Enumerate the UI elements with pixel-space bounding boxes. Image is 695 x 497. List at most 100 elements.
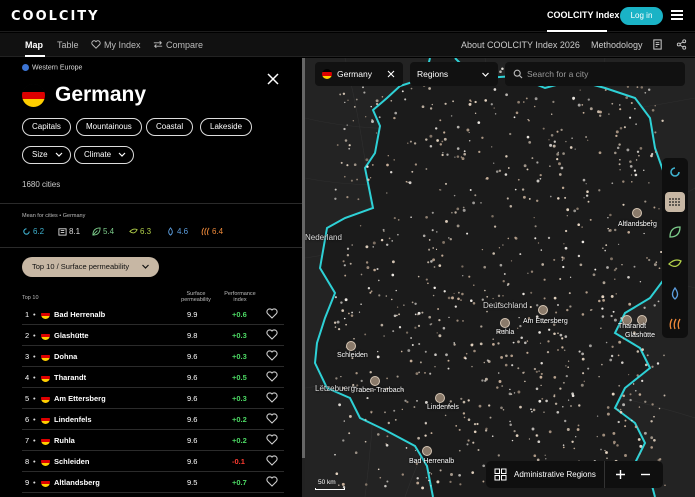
table-row[interactable]: 4 • Tharandt 9.6 +0.5 bbox=[22, 367, 284, 388]
city-dot[interactable] bbox=[480, 325, 483, 328]
city-dot[interactable] bbox=[482, 464, 486, 468]
row-city[interactable]: Altlandsberg bbox=[54, 478, 100, 487]
city-dot[interactable] bbox=[613, 228, 617, 232]
city-dot[interactable] bbox=[606, 412, 610, 416]
city-dot[interactable] bbox=[459, 483, 462, 486]
city-dot[interactable] bbox=[373, 268, 376, 272]
region-breadcrumb[interactable]: Western Europe bbox=[22, 64, 82, 71]
city-dot[interactable] bbox=[564, 419, 567, 423]
city-dot[interactable] bbox=[367, 287, 371, 290]
top-city-marker[interactable] bbox=[346, 341, 356, 351]
city-dot[interactable] bbox=[522, 292, 525, 296]
city-dot[interactable] bbox=[338, 484, 340, 486]
city-dot[interactable] bbox=[519, 253, 522, 256]
city-dot[interactable] bbox=[334, 326, 337, 328]
city-dot[interactable] bbox=[598, 299, 601, 303]
city-dot[interactable] bbox=[360, 379, 363, 383]
city-dot[interactable] bbox=[455, 425, 458, 427]
city-dot[interactable] bbox=[493, 162, 495, 164]
city-dot[interactable] bbox=[618, 143, 621, 146]
city-dot[interactable] bbox=[658, 267, 661, 270]
city-dot[interactable] bbox=[469, 99, 472, 102]
city-dot[interactable] bbox=[643, 232, 645, 235]
city-dot[interactable] bbox=[436, 139, 439, 142]
city-dot[interactable] bbox=[618, 340, 622, 344]
download-icon[interactable] bbox=[652, 39, 663, 50]
city-dot[interactable] bbox=[631, 181, 633, 183]
city-dot[interactable] bbox=[419, 361, 422, 364]
city-dot[interactable] bbox=[559, 387, 562, 390]
city-dot[interactable] bbox=[342, 439, 345, 442]
city-dot[interactable] bbox=[468, 131, 470, 134]
city-dot[interactable] bbox=[405, 447, 408, 449]
city-dot[interactable] bbox=[431, 211, 434, 214]
city-dot[interactable] bbox=[587, 200, 590, 203]
city-dot[interactable] bbox=[549, 195, 552, 198]
city-dot[interactable] bbox=[484, 99, 488, 102]
city-dot[interactable] bbox=[513, 392, 516, 394]
city-dot[interactable] bbox=[344, 175, 346, 178]
city-dot[interactable] bbox=[434, 127, 438, 130]
city-dot[interactable] bbox=[602, 433, 606, 437]
city-dot[interactable] bbox=[474, 112, 477, 115]
city-dot[interactable] bbox=[429, 134, 433, 138]
city-dot[interactable] bbox=[443, 137, 447, 141]
city-dot[interactable] bbox=[514, 188, 517, 191]
city-dot[interactable] bbox=[553, 332, 556, 336]
top-city-marker[interactable] bbox=[435, 393, 445, 403]
city-dot[interactable] bbox=[577, 424, 580, 427]
city-dot[interactable] bbox=[579, 263, 583, 267]
city-dot[interactable] bbox=[425, 477, 428, 479]
city-dot[interactable] bbox=[537, 242, 540, 244]
row-city[interactable]: Bad Herrenalb bbox=[54, 310, 105, 319]
city-dot[interactable] bbox=[493, 107, 495, 109]
city-dot[interactable] bbox=[610, 294, 614, 298]
city-dot[interactable] bbox=[587, 139, 589, 141]
city-dot[interactable] bbox=[436, 231, 438, 233]
city-dot[interactable] bbox=[385, 295, 388, 297]
city-dot[interactable] bbox=[502, 280, 505, 283]
city-dot[interactable] bbox=[342, 260, 345, 263]
city-dot[interactable] bbox=[510, 260, 513, 262]
city-dot[interactable] bbox=[456, 224, 460, 228]
city-dot[interactable] bbox=[404, 399, 407, 402]
city-dot[interactable] bbox=[463, 150, 466, 153]
city-dot[interactable] bbox=[619, 408, 622, 411]
city-dot[interactable] bbox=[656, 362, 660, 365]
city-dot[interactable] bbox=[428, 239, 431, 241]
city-dot[interactable] bbox=[541, 263, 545, 266]
city-dot[interactable] bbox=[611, 345, 614, 348]
city-dot[interactable] bbox=[411, 170, 414, 173]
city-dot[interactable] bbox=[643, 306, 646, 309]
city-dot[interactable] bbox=[501, 67, 504, 70]
city-dot[interactable] bbox=[604, 89, 607, 91]
city-dot[interactable] bbox=[505, 354, 508, 358]
city-dot[interactable] bbox=[577, 254, 581, 258]
city-dot[interactable] bbox=[576, 428, 580, 431]
tag-capitals[interactable]: Capitals bbox=[22, 118, 71, 136]
city-dot[interactable] bbox=[453, 194, 456, 197]
city-dot[interactable] bbox=[618, 384, 621, 387]
city-dot[interactable] bbox=[543, 278, 546, 281]
city-dot[interactable] bbox=[644, 91, 647, 94]
city-dot[interactable] bbox=[449, 238, 452, 241]
city-dot[interactable] bbox=[557, 332, 559, 334]
climate-filter-dropdown[interactable]: Climate bbox=[74, 146, 135, 164]
city-dot[interactable] bbox=[562, 265, 565, 269]
city-dot[interactable] bbox=[513, 116, 516, 119]
city-dot[interactable] bbox=[535, 370, 538, 373]
city-dot[interactable] bbox=[596, 415, 599, 417]
city-dot[interactable] bbox=[630, 101, 633, 105]
city-dot[interactable] bbox=[375, 132, 378, 134]
city-dot[interactable] bbox=[586, 190, 589, 193]
city-dot[interactable] bbox=[534, 225, 537, 228]
city-dot[interactable] bbox=[416, 400, 418, 402]
city-dot[interactable] bbox=[406, 400, 409, 404]
city-dot[interactable] bbox=[506, 284, 509, 286]
layer-wind-button[interactable] bbox=[665, 254, 685, 274]
city-dot[interactable] bbox=[609, 358, 613, 362]
city-dot[interactable] bbox=[618, 163, 621, 166]
city-dot[interactable] bbox=[511, 364, 514, 367]
city-dot[interactable] bbox=[355, 98, 358, 101]
city-dot[interactable] bbox=[478, 404, 482, 408]
